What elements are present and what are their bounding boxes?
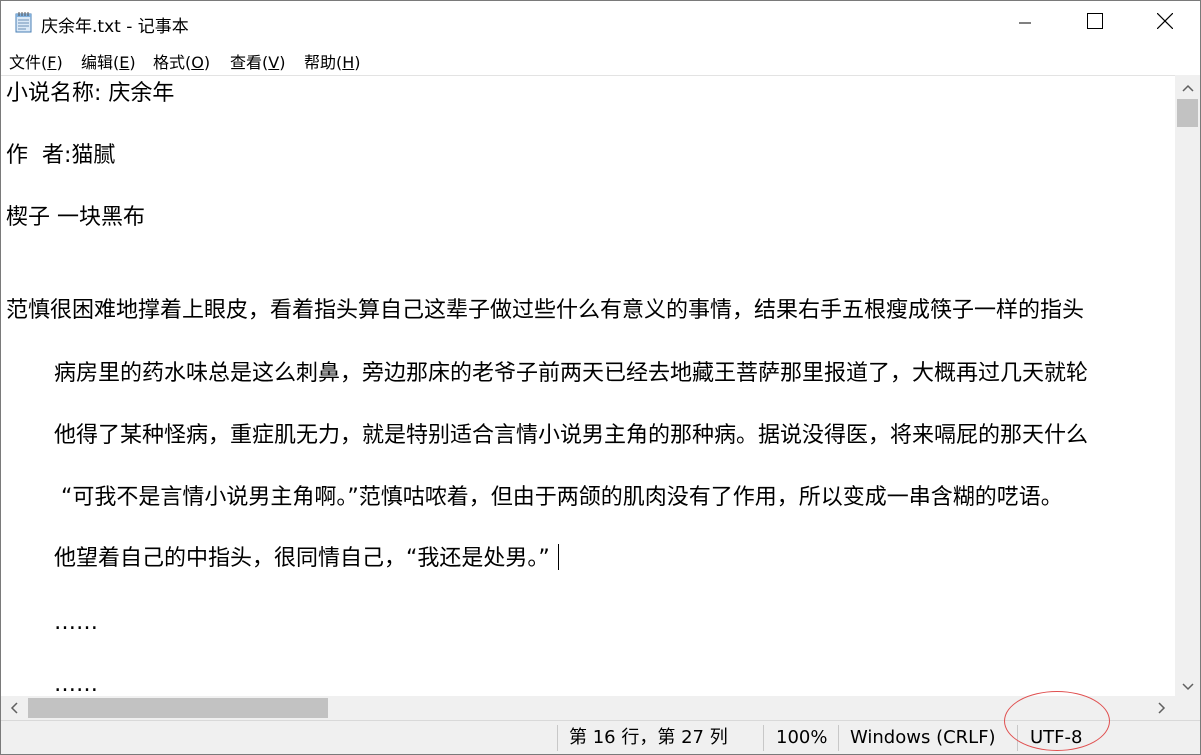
menu-edit[interactable]: 编辑(E)	[79, 49, 138, 73]
status-zoom: 100%	[776, 727, 828, 748]
status-bar: 第 16 行，第 27 列 100% Windows (CRLF) UTF-8	[1, 720, 1200, 754]
text-line: 作 者:猫腻	[6, 143, 116, 168]
title-bar[interactable]: 庆余年.txt - 记事本	[1, 1, 1200, 45]
horizontal-scrollbar[interactable]	[1, 696, 1175, 720]
text-line: 他得了某种怪病，重症肌无力，就是特别适合言情小说男主角的那种病。据说没得医，将来…	[54, 423, 1089, 448]
text-line-caret: 他望着自己的中指头，很同情自己，“我还是处男。”	[54, 544, 559, 574]
menu-format[interactable]: 格式(O)	[151, 49, 212, 73]
status-divider	[557, 725, 558, 751]
window-title: 庆余年.txt - 记事本	[41, 17, 189, 37]
text-line: 病房里的药水味总是这么刺鼻，旁边那床的老爷子前两天已经去地藏王菩萨那里报道了，大…	[54, 361, 1089, 386]
menu-bar: 文件(F) 编辑(E) 格式(O) 查看(V) 帮助(H)	[1, 45, 1200, 75]
status-encoding: UTF-8	[1030, 727, 1083, 748]
menu-file[interactable]: 文件(F)	[7, 49, 65, 73]
chevron-down-icon	[1181, 676, 1194, 695]
minimize-icon	[1019, 14, 1031, 33]
text-line: 楔子 一块黑布	[6, 205, 145, 230]
scrollbar-corner	[1175, 696, 1200, 720]
scroll-right-button[interactable]	[1149, 696, 1175, 720]
close-icon	[1156, 12, 1174, 33]
vertical-scroll-thumb[interactable]	[1177, 99, 1198, 127]
status-divider	[838, 725, 839, 751]
menu-view[interactable]: 查看(V)	[228, 49, 287, 73]
scroll-left-button[interactable]	[1, 696, 27, 720]
text-caret	[557, 544, 559, 570]
horizontal-scroll-thumb[interactable]	[28, 698, 328, 718]
text-line: ……	[54, 610, 98, 635]
notepad-window: 庆余年.txt - 记事本 文件(F) 编辑(E) 格式(O) 查看(V) 帮助…	[0, 0, 1201, 755]
text-line: 范慎很困难地撑着上眼皮，看着指头算自己这辈子做过些什么有意义的事情，结果右手五根…	[6, 298, 1085, 323]
chevron-right-icon	[1158, 699, 1166, 718]
chevron-up-icon	[1181, 77, 1194, 96]
close-button[interactable]	[1130, 1, 1200, 45]
text-line: “可我不是言情小说男主角啊。”范慎咕哝着，但由于两颌的肌肉没有了作用，所以变成一…	[61, 485, 1063, 510]
maximize-icon	[1087, 13, 1103, 33]
notepad-icon	[14, 11, 34, 33]
minimize-button[interactable]	[990, 1, 1060, 45]
chevron-left-icon	[10, 699, 18, 718]
text-line: 他望着自己的中指头，很同情自己，“我还是处男。”	[54, 546, 550, 571]
text-line: 小说名称: 庆余年	[6, 81, 175, 106]
vertical-scrollbar[interactable]	[1175, 75, 1200, 696]
status-divider	[1017, 725, 1018, 751]
status-line-ending: Windows (CRLF)	[850, 727, 996, 748]
maximize-button[interactable]	[1060, 1, 1130, 45]
status-cursor-position: 第 16 行，第 27 列	[569, 727, 728, 748]
menu-help[interactable]: 帮助(H)	[302, 49, 363, 73]
scroll-down-button[interactable]	[1175, 674, 1200, 696]
text-line: ……	[54, 672, 98, 697]
text-editor[interactable]: 小说名称: 庆余年 作 者:猫腻 楔子 一块黑布 范慎很困难地撑着上眼皮，看着指…	[1, 75, 1175, 697]
scroll-up-button[interactable]	[1175, 75, 1200, 97]
status-divider	[763, 725, 764, 751]
